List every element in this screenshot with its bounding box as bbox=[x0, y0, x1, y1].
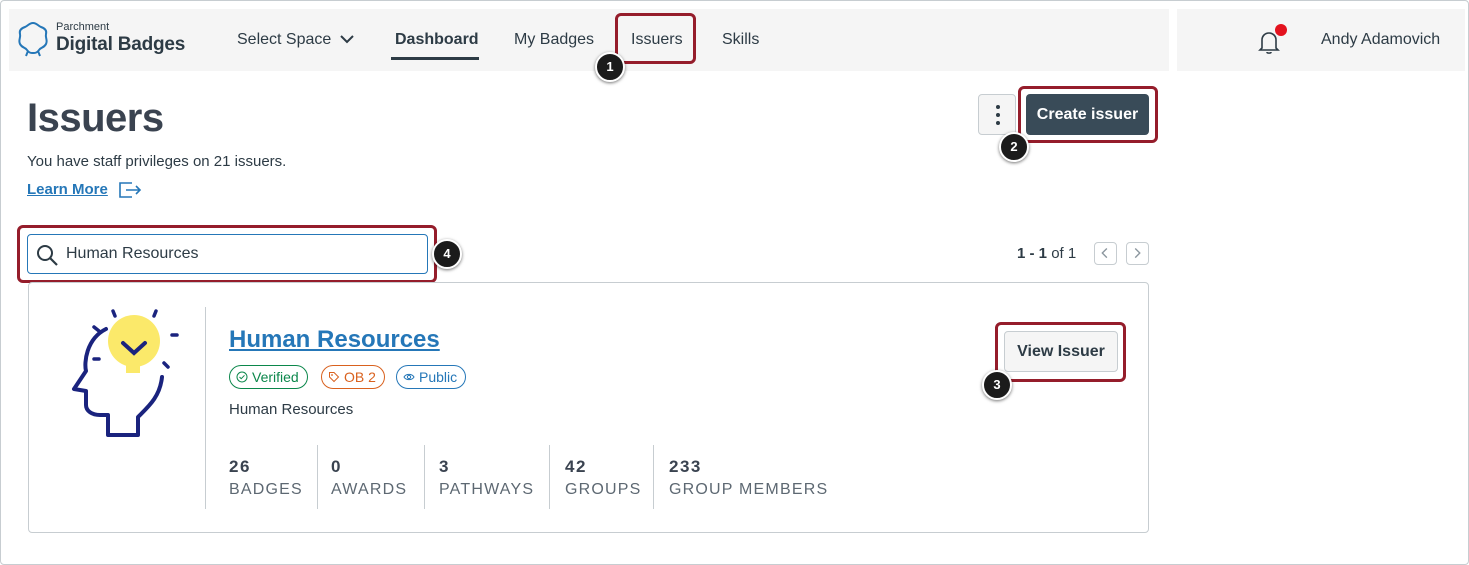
nav-my-badges[interactable]: My Badges bbox=[514, 31, 594, 49]
page-title: Issuers bbox=[27, 96, 164, 140]
chevron-left-icon bbox=[1101, 247, 1108, 259]
issuer-description: Human Resources bbox=[229, 401, 354, 418]
stat-label: GROUPS bbox=[565, 481, 642, 498]
next-page-button[interactable] bbox=[1126, 242, 1149, 265]
stat-value: 3 bbox=[439, 457, 450, 476]
badge-logo-icon bbox=[18, 21, 48, 57]
previous-page-button[interactable] bbox=[1094, 242, 1117, 265]
learn-more-link[interactable]: Learn More bbox=[27, 181, 108, 198]
parchment-logo[interactable]: Parchment Digital Badges bbox=[17, 19, 197, 59]
stat-value: 26 bbox=[229, 457, 251, 476]
logo-small-text: Parchment bbox=[56, 21, 110, 33]
verified-badge: Verified bbox=[229, 365, 308, 389]
more-options-button[interactable] bbox=[978, 94, 1016, 135]
stat-label: AWARDS bbox=[331, 481, 408, 498]
callout-box-search bbox=[17, 225, 437, 283]
stat-label: GROUP MEMBERS bbox=[669, 481, 829, 498]
eye-icon bbox=[403, 373, 415, 381]
staff-privileges-text: You have staff privileges on 21 issuers. bbox=[27, 153, 287, 170]
issuer-name-link[interactable]: Human Resources bbox=[229, 326, 440, 354]
callout-box-view-issuer bbox=[995, 322, 1126, 382]
external-link-icon[interactable] bbox=[117, 180, 143, 200]
badge-label: Public bbox=[419, 369, 458, 385]
select-space-dropdown[interactable]: Select Space bbox=[237, 31, 331, 49]
pagination-total: of 1 bbox=[1051, 245, 1077, 262]
kebab-dot bbox=[996, 113, 1000, 117]
stat-label: PATHWAYS bbox=[439, 481, 535, 498]
callout-number: 3 bbox=[982, 370, 1012, 400]
callout-number: 4 bbox=[432, 239, 462, 269]
callout-number: 1 bbox=[595, 52, 625, 82]
callout-number: 2 bbox=[999, 132, 1029, 162]
nav-skills[interactable]: Skills bbox=[722, 31, 759, 49]
active-tab-indicator bbox=[391, 57, 479, 60]
badge-label: Verified bbox=[252, 369, 299, 385]
pagination-range: 1 - 1 bbox=[1017, 245, 1048, 262]
logo-title: Digital Badges bbox=[56, 34, 186, 55]
nav-dashboard[interactable]: Dashboard bbox=[395, 31, 479, 49]
top-navigation: Parchment Digital Badges Select Space Da… bbox=[9, 9, 1465, 71]
notification-dot bbox=[1275, 24, 1287, 36]
chevron-down-icon[interactable] bbox=[339, 33, 355, 45]
check-circle-icon bbox=[236, 371, 248, 383]
open-badges-version-badge: OB 2 bbox=[321, 365, 385, 389]
issuer-image-head-lightbulb bbox=[72, 309, 179, 437]
stat-value: 233 bbox=[669, 457, 702, 476]
public-badge: Public bbox=[396, 365, 467, 389]
stat-label: BADGES bbox=[229, 481, 303, 498]
issuer-card: Human Resources Verified OB 2 Public Hum… bbox=[28, 282, 1149, 533]
kebab-dot bbox=[996, 105, 1000, 109]
callout-box-issuers-tab bbox=[615, 13, 696, 64]
tag-icon bbox=[329, 372, 340, 383]
callout-box-create-issuer bbox=[1018, 86, 1158, 143]
user-menu[interactable]: Andy Adamovich bbox=[1321, 31, 1440, 49]
stat-value: 0 bbox=[331, 457, 342, 476]
app-window: Parchment Digital Badges Select Space Da… bbox=[0, 0, 1469, 565]
badge-label: OB 2 bbox=[344, 369, 376, 385]
kebab-dot bbox=[996, 121, 1000, 125]
chevron-right-icon bbox=[1134, 247, 1141, 259]
stat-value: 42 bbox=[565, 457, 587, 476]
pagination-text: 1 - 1 of 1 bbox=[1017, 245, 1076, 262]
